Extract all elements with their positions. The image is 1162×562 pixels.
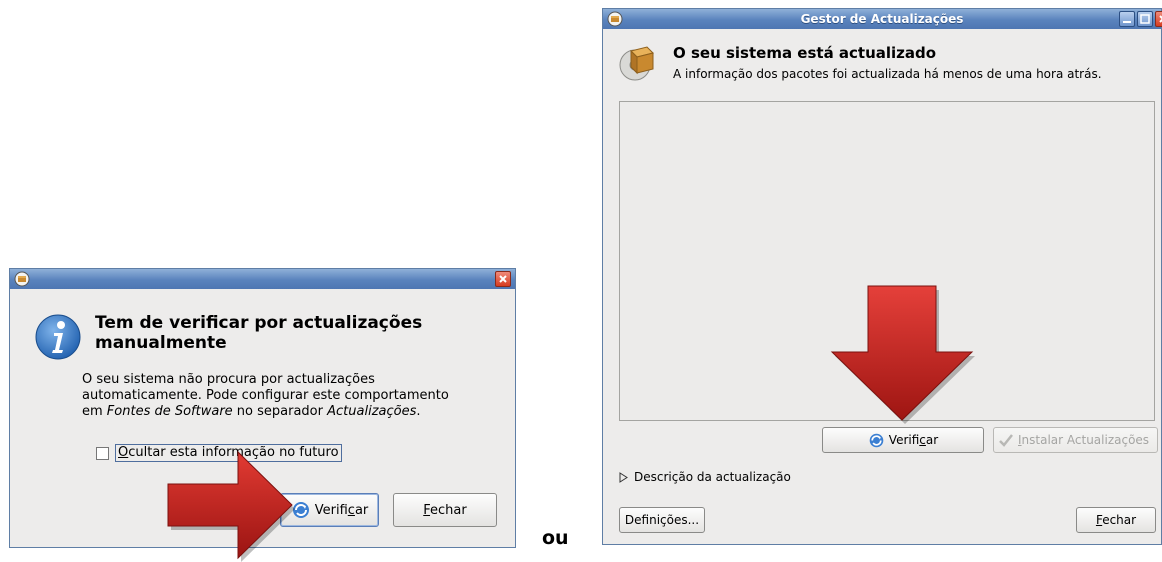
update-manager-close-button[interactable]: Fechar	[1076, 507, 1156, 533]
update-manager-window: Gestor de Actualizações O seu sistema es…	[602, 8, 1162, 545]
window-title: Gestor de Actualizações	[800, 12, 964, 26]
info-icon	[35, 314, 81, 360]
dialog-close-button[interactable]: Fechar	[393, 493, 497, 527]
red-pointer-arrow-right	[167, 450, 295, 562]
dialog-body-text: O seu sistema não procura por actualizaç…	[82, 372, 449, 419]
maximize-icon	[1140, 14, 1150, 24]
or-separator-text: ou	[542, 527, 569, 549]
updates-tab-ref: Actualizações	[327, 404, 417, 419]
update-manager-titlebar[interactable]: Gestor de Actualizações	[603, 9, 1162, 29]
dialog-close-window-button[interactable]	[495, 271, 511, 287]
expander-triangle-icon	[619, 471, 628, 483]
update-manager-app-icon	[14, 271, 30, 287]
minimize-icon	[1123, 21, 1131, 23]
description-expander[interactable]: Descrição da actualização	[619, 470, 791, 484]
minimize-button[interactable]	[1119, 11, 1135, 27]
install-updates-button[interactable]: Instalar Actualizações	[993, 427, 1158, 453]
red-pointer-arrow-down	[830, 285, 975, 424]
refresh-icon	[869, 433, 884, 447]
settings-button[interactable]: Definições...	[619, 507, 705, 533]
check-button[interactable]: Verificar	[822, 427, 984, 453]
dialog-titlebar[interactable]	[10, 269, 515, 289]
status-detail: A informação dos pacotes foi actualizada…	[673, 67, 1102, 81]
software-sources-ref: Fontes de Software	[106, 404, 233, 419]
maximize-button[interactable]	[1137, 11, 1153, 27]
close-icon	[1159, 15, 1162, 23]
package-status-icon	[619, 46, 654, 81]
close-icon	[499, 275, 507, 283]
checkmark-icon	[999, 434, 1013, 447]
window-close-button[interactable]	[1155, 11, 1162, 27]
status-title: O seu sistema está actualizado	[673, 44, 937, 62]
dialog-heading: Tem de verificar por actualizações manua…	[95, 313, 423, 353]
hide-future-checkbox[interactable]	[96, 446, 109, 460]
